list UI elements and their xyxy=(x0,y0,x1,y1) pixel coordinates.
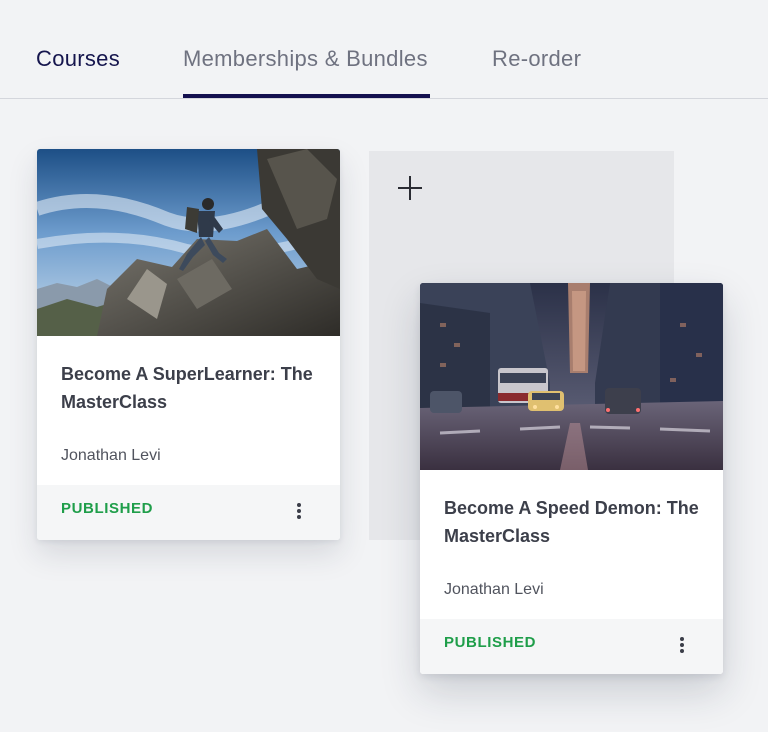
tab-re-order[interactable]: Re-order xyxy=(492,46,581,72)
tab-memberships-bundles[interactable]: Memberships & Bundles xyxy=(183,46,428,72)
course-card[interactable]: Become A SuperLearner: The MasterClass J… xyxy=(37,149,340,540)
plus-icon xyxy=(398,176,422,200)
mountain-hiker-image xyxy=(37,149,340,336)
course-title[interactable]: Become A Speed Demon: The MasterClass xyxy=(444,494,706,550)
status-badge: PUBLISHED xyxy=(61,500,154,517)
course-author: Jonathan Levi xyxy=(61,447,161,464)
course-card[interactable]: Become A Speed Demon: The MasterClass Jo… xyxy=(420,283,723,674)
city-street-image xyxy=(420,283,723,470)
status-badge: PUBLISHED xyxy=(444,634,537,651)
card-footer: PUBLISHED xyxy=(37,485,340,540)
course-author: Jonathan Levi xyxy=(444,581,544,598)
kebab-menu-icon[interactable] xyxy=(672,633,692,657)
tab-bar: Courses Memberships & Bundles Re-order xyxy=(0,0,768,99)
course-title[interactable]: Become A SuperLearner: The MasterClass xyxy=(61,360,323,416)
card-footer: PUBLISHED xyxy=(420,619,723,674)
tab-courses[interactable]: Courses xyxy=(36,46,120,72)
active-tab-indicator xyxy=(183,94,430,98)
kebab-menu-icon[interactable] xyxy=(289,499,309,523)
